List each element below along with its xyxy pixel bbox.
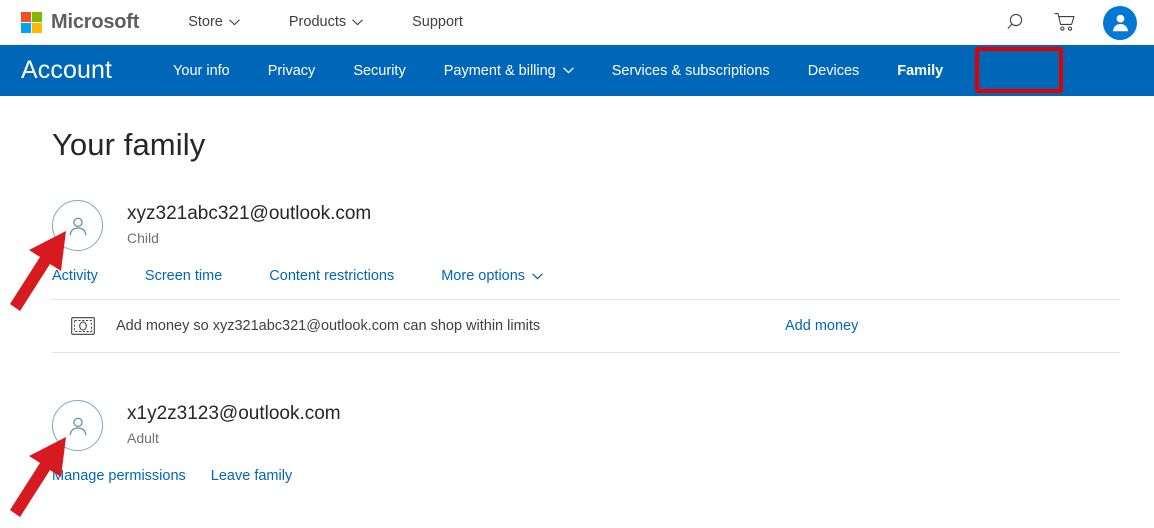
tab-label-services-subscriptions: Services & subscriptions bbox=[611, 62, 770, 79]
tab-security[interactable]: Security bbox=[334, 45, 424, 96]
member-actions: Manage permissions Leave family bbox=[52, 468, 1120, 484]
link-more-options[interactable]: More options bbox=[441, 268, 543, 284]
global-nav-item-support[interactable]: Support bbox=[412, 14, 463, 30]
link-content-restrictions[interactable]: Content restrictions bbox=[269, 268, 394, 284]
chevron-down-icon bbox=[229, 18, 240, 26]
global-nav: Store Products Support bbox=[188, 14, 512, 30]
link-manage-permissions[interactable]: Manage permissions bbox=[52, 468, 186, 484]
chevron-down-icon bbox=[352, 18, 363, 26]
chevron-down-icon bbox=[532, 272, 543, 280]
family-member-adult: x1y2z3123@outlook.com Adult Manage permi… bbox=[52, 400, 1120, 484]
microsoft-wordmark: Microsoft bbox=[51, 11, 140, 33]
member-identity: x1y2z3123@outlook.com Adult bbox=[127, 400, 341, 446]
member-role: Adult bbox=[127, 429, 159, 446]
link-label-more-options: More options bbox=[441, 268, 526, 284]
tab-label-privacy: Privacy bbox=[267, 62, 316, 79]
link-leave-family[interactable]: Leave family bbox=[211, 468, 292, 484]
microsoft-logo-squares-icon bbox=[21, 11, 42, 33]
add-money-link[interactable]: Add money bbox=[785, 318, 858, 334]
tab-devices[interactable]: Devices bbox=[789, 45, 879, 96]
logo-square-blue bbox=[21, 22, 31, 33]
account-nav-tabs: Your info Privacy Security Payment & bil… bbox=[154, 45, 962, 96]
link-screen-time[interactable]: Screen time bbox=[145, 268, 222, 284]
add-money-description: Add money so xyz321abc321@outlook.com ca… bbox=[116, 318, 541, 334]
account-avatar-button[interactable] bbox=[1103, 5, 1137, 40]
account-nav-bar: Account Your info Privacy Security Payme… bbox=[0, 45, 1154, 96]
tab-label-security: Security bbox=[353, 62, 406, 79]
red-box-family-tab bbox=[975, 47, 1063, 93]
tab-label-your-info: Your info bbox=[173, 62, 230, 79]
tab-family[interactable]: Family bbox=[878, 45, 962, 96]
tab-services-subscriptions[interactable]: Services & subscriptions bbox=[593, 45, 789, 96]
member-header: xyz321abc321@outlook.com Child bbox=[52, 200, 1120, 251]
member-header: x1y2z3123@outlook.com Adult bbox=[52, 400, 1120, 451]
person-outline-icon bbox=[52, 400, 103, 451]
cart-icon[interactable] bbox=[1054, 12, 1077, 33]
tab-your-info[interactable]: Your info bbox=[154, 45, 249, 96]
tab-privacy[interactable]: Privacy bbox=[249, 45, 335, 96]
add-money-row: Add money so xyz321abc321@outlook.com ca… bbox=[52, 300, 1120, 352]
search-icon[interactable] bbox=[1007, 12, 1028, 33]
global-nav-item-store[interactable]: Store bbox=[188, 14, 240, 30]
global-nav-label-support: Support bbox=[412, 14, 463, 30]
member-role: Child bbox=[127, 229, 159, 246]
family-page: Your family xyz321abc321@outlook.com Chi… bbox=[0, 127, 1154, 484]
person-outline-icon bbox=[52, 200, 103, 251]
member-identity: xyz321abc321@outlook.com Child bbox=[127, 200, 371, 246]
banknote-icon bbox=[70, 317, 96, 335]
tab-label-payment-billing: Payment & billing bbox=[443, 62, 556, 79]
member-email: x1y2z3123@outlook.com bbox=[127, 403, 341, 424]
logo-square-yellow bbox=[32, 22, 42, 33]
global-nav-item-products[interactable]: Products bbox=[289, 14, 363, 30]
tab-label-devices: Devices bbox=[807, 62, 860, 79]
divider bbox=[52, 352, 1120, 353]
family-member-child: xyz321abc321@outlook.com Child Activity … bbox=[52, 200, 1120, 353]
global-header-actions bbox=[981, 0, 1137, 45]
account-nav-title: Account bbox=[21, 56, 113, 84]
global-nav-label-store: Store bbox=[188, 14, 223, 30]
microsoft-global-header: Microsoft Store Products Support bbox=[0, 0, 1154, 45]
logo-square-red bbox=[21, 11, 31, 22]
tab-payment-billing[interactable]: Payment & billing bbox=[425, 45, 593, 96]
avatar bbox=[1103, 5, 1137, 40]
microsoft-logo[interactable]: Microsoft bbox=[21, 11, 140, 33]
chevron-down-icon bbox=[562, 67, 574, 74]
link-activity[interactable]: Activity bbox=[52, 268, 98, 284]
member-email: xyz321abc321@outlook.com bbox=[127, 203, 372, 224]
member-actions: Activity Screen time Content restriction… bbox=[52, 268, 1120, 284]
page-title: Your family bbox=[52, 127, 206, 162]
logo-square-green bbox=[32, 11, 42, 22]
global-nav-label-products: Products bbox=[288, 14, 347, 30]
tab-label-family: Family bbox=[897, 62, 944, 79]
